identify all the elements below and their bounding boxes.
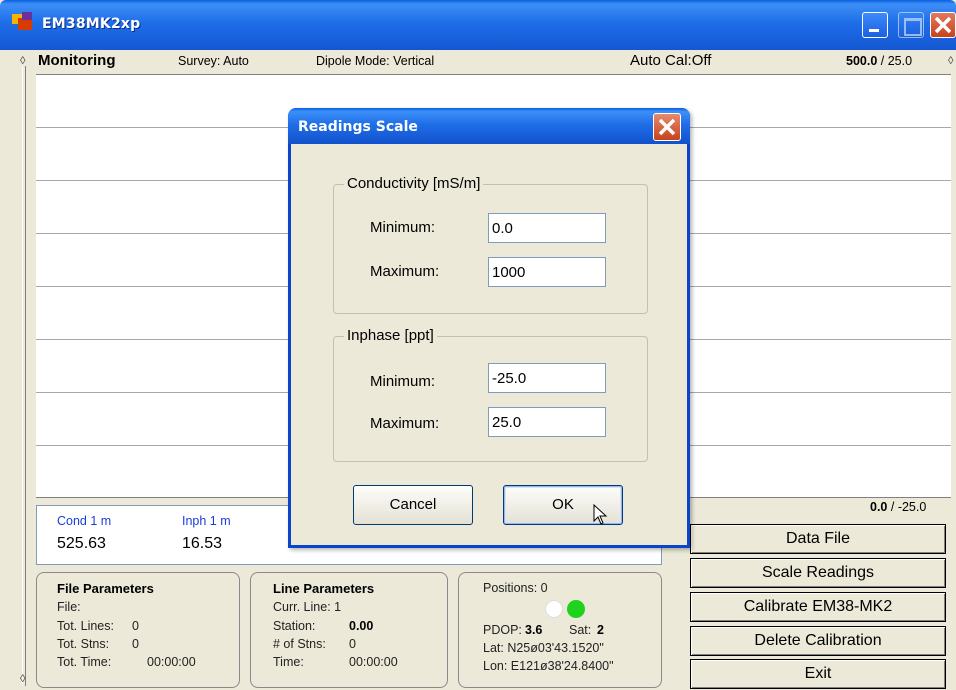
exit-button[interactable]: Exit [690, 659, 946, 689]
cond-label: Cond 1 m [57, 514, 112, 528]
sat-value: 2 [597, 623, 604, 637]
cancel-button[interactable]: Cancel [353, 485, 473, 525]
tot-time-value: 00:00:00 [147, 655, 196, 669]
close-button[interactable] [930, 12, 956, 38]
app-icon [12, 12, 32, 30]
panel-title: File Parameters [57, 581, 154, 596]
inph-min-label: Minimum: [370, 373, 436, 390]
tot-lines-value: 0 [132, 619, 139, 633]
line-parameters-panel: Line Parameters Curr. Line: 1 Station: 0… [250, 572, 448, 688]
group-title: Conductivity [mS/m] [344, 175, 484, 192]
dialog-close-button[interactable] [653, 113, 681, 141]
inph-min-input[interactable] [488, 363, 606, 393]
time-label: Time: [273, 655, 304, 669]
inph-value: 16.53 [182, 535, 223, 552]
splitter[interactable] [22, 66, 26, 686]
calibrate-button[interactable]: Calibrate EM38-MK2 [690, 592, 946, 622]
pdop-label: PDOP: [483, 623, 522, 637]
window-title: EM38MK2xp [42, 16, 141, 32]
panel-title: Line Parameters [273, 581, 375, 596]
autocal-label: Auto Cal:Off [630, 52, 712, 69]
delete-calibration-button[interactable]: Delete Calibration [690, 626, 946, 656]
conductivity-group: Conductivity [mS/m] Minimum: Maximum: [333, 175, 648, 314]
pin-icon: ◊ [20, 55, 26, 67]
left-frame [0, 50, 36, 690]
data-file-button[interactable]: Data File [690, 524, 946, 554]
bottom-scale-readout: 0.0 / -25.0 [870, 500, 926, 514]
mode-label: Monitoring [38, 52, 116, 69]
pin-icon: ◊ [948, 55, 954, 67]
minimize-button[interactable] [862, 12, 888, 38]
maximize-button[interactable] [898, 12, 924, 38]
sat-label: Sat: [569, 623, 592, 637]
cond-value: 525.63 [57, 535, 106, 552]
dipole-label: Dipole Mode: Vertical [316, 54, 435, 68]
survey-label: Survey: Auto [178, 54, 249, 68]
top-scale-readout: 500.0 / 25.0 [846, 54, 912, 74]
time-value: 00:00:00 [349, 655, 398, 669]
inph-max-label: Maximum: [370, 415, 440, 432]
gps-status-dot-green [567, 600, 585, 618]
inph-label: Inph 1 m [182, 514, 231, 528]
pdop-value: 3.6 [525, 623, 543, 637]
title-bar: EM38MK2xp [0, 0, 956, 50]
num-stns-value: 0 [349, 637, 356, 651]
curr-line-label: Curr. Line: 1 [273, 600, 342, 614]
gps-panel: Positions: 0 PDOP: 3.6 Sat: 2 Lat: N25ø0… [458, 572, 662, 688]
scale-top-max: 500.0 [846, 54, 878, 68]
station-value: 0.00 [349, 619, 374, 633]
num-stns-label: # of Stns: [273, 637, 326, 651]
group-title: Inphase [ppt] [344, 327, 437, 344]
readings-scale-dialog: Readings Scale Conductivity [mS/m] Minim… [288, 108, 690, 548]
dialog-title-bar: Readings Scale [288, 108, 690, 144]
tot-stns-value: 0 [132, 637, 139, 651]
scale-bottom-max: 0.0 [870, 500, 888, 514]
lon-label: Lon: E121ø38'24.8400" [483, 659, 614, 673]
tot-stns-label: Tot. Stns: [57, 637, 110, 651]
scale-sep: / [887, 500, 898, 514]
pin-icon: ◊ [20, 673, 26, 685]
tot-lines-label: Tot. Lines: [57, 619, 114, 633]
lat-label: Lat: N25ø03'43.1520" [483, 641, 604, 655]
dialog-title: Readings Scale [298, 119, 418, 135]
file-parameters-panel: File Parameters File: Tot. Lines: 0 Tot.… [36, 572, 240, 688]
positions-label: Positions: 0 [483, 581, 548, 595]
tot-time-label: Tot. Time: [57, 655, 112, 669]
cond-max-input[interactable] [488, 257, 606, 287]
scale-top-min: 25.0 [887, 54, 913, 68]
cond-min-input[interactable] [488, 213, 606, 243]
inph-max-input[interactable] [488, 407, 606, 437]
close-icon [658, 118, 676, 136]
station-label: Station: [273, 619, 316, 633]
mouse-cursor-icon [593, 504, 608, 525]
inphase-group: Inphase [ppt] Minimum: Maximum: [333, 327, 648, 462]
close-icon [934, 16, 952, 34]
file-label: File: [57, 600, 81, 614]
scale-bottom-min: -25.0 [897, 500, 927, 514]
scale-sep: / [877, 54, 888, 68]
cond-max-label: Maximum: [370, 263, 440, 280]
cond-min-label: Minimum: [370, 219, 436, 236]
scale-readings-button[interactable]: Scale Readings [690, 558, 946, 588]
gps-status-dot-white [545, 600, 563, 618]
